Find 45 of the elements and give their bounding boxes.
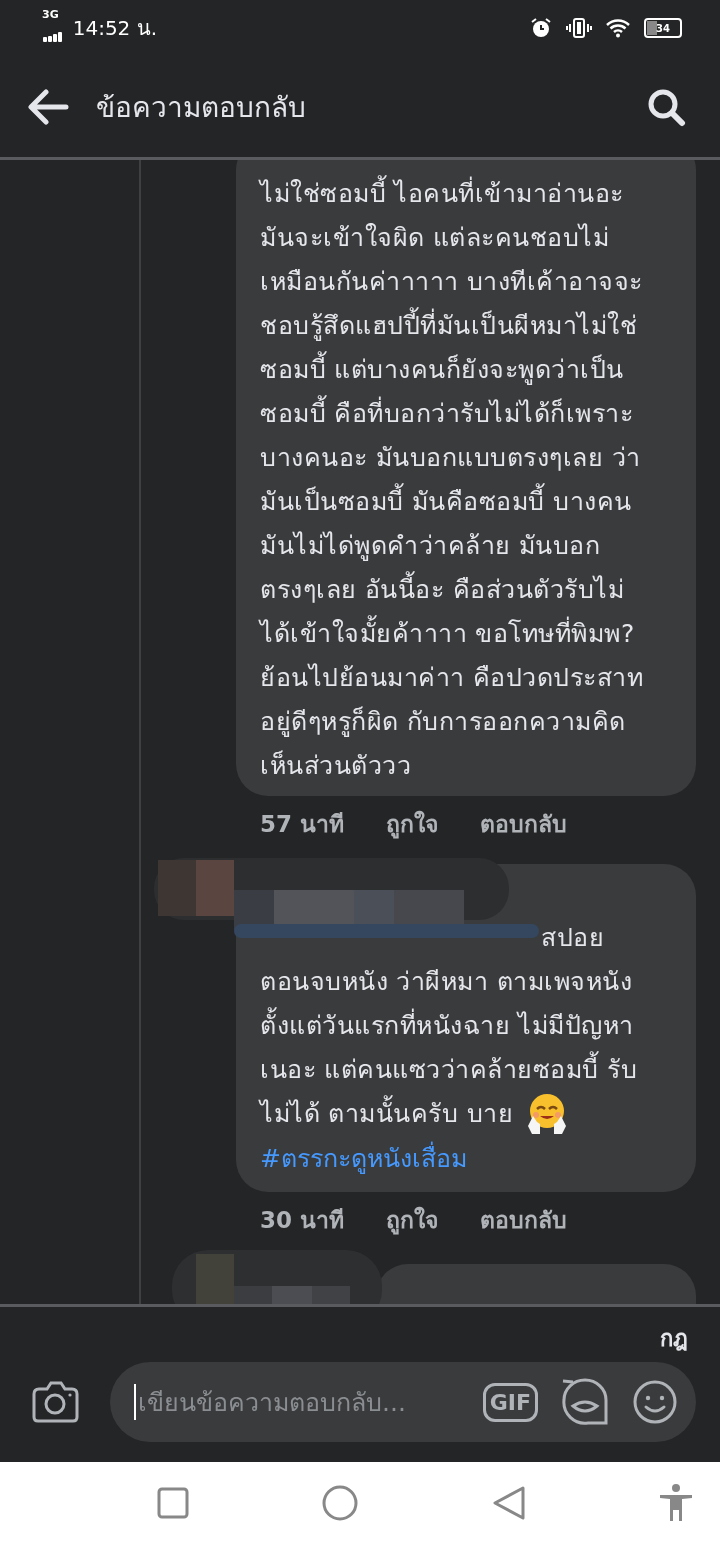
comment-text: อยู่ดีๆหรูก็ผิด กับการออกความคิด — [260, 705, 626, 739]
comment-text: บางคนอะ มันบอกแบบตรงๆเลย ว่า — [260, 442, 641, 474]
comment-text: มันจะเข้าใจผิด แต่ละคนชอบไม่ — [260, 222, 610, 254]
comment-text: ย้อนไปย้อนมาค่าา คือปวดประสาท — [260, 662, 644, 694]
like-link[interactable]: ถูกใจ — [386, 806, 438, 842]
clock-time: 14:52 น. — [72, 15, 158, 42]
reply-input-field[interactable]: เขียนข้อความตอบกลับ... GIF — [110, 1362, 696, 1442]
hashtag-link[interactable]: #ตรรกะดูหนังเสื่อม — [260, 1136, 674, 1182]
comment-text: ได้เข้าใจมั้ยค้าาาา ขอโทษที่พิมพ? — [260, 612, 635, 656]
comment-text: ตรงๆเลย อันนี้อะ คือส่วนตัวรับไม่ — [260, 568, 625, 612]
vibrate-icon — [566, 17, 592, 39]
reply-link[interactable]: ตอบกลับ — [480, 806, 567, 842]
network-type: 3G — [42, 8, 59, 21]
comment-text: ซอมบี้ คือที่บอกว่ารับไม่ได้ก็เพราะ — [260, 392, 634, 436]
wifi-icon — [606, 18, 630, 38]
recents-icon[interactable] — [156, 1487, 189, 1519]
gif-button[interactable]: GIF — [482, 1382, 538, 1422]
comment-text: ชอบรู้สึดแฮปปี้ที่มันเป็นผีหมาไม่ใช่ — [260, 304, 637, 348]
accessibility-icon[interactable] — [659, 1484, 694, 1522]
comment-text: มันเป็นซอมบี้ มันคือซอมบี้ บางคน — [260, 480, 632, 524]
sticker-icon[interactable] — [560, 1378, 610, 1426]
comment-text: ไม่ใช่ซอมบี้ ไอคนที่เข้ามาอ่านอะ — [260, 172, 624, 216]
home-icon[interactable] — [322, 1485, 359, 1521]
comment-time: 57 นาที — [260, 810, 344, 839]
comment-text: เหมือนกันค่าาาาา บางทีเค้าอาจจะ — [260, 266, 643, 298]
alarm-icon — [530, 17, 552, 39]
rules-link[interactable]: กฎ — [660, 1321, 688, 1356]
comment-text: เห็นส่วนตัววว — [260, 749, 411, 782]
comment-text: ไม่ได้ ตามนั้นครับ บาย — [260, 1092, 514, 1136]
page-title: ข้อความตอบกลับ — [96, 89, 307, 126]
back-icon[interactable] — [491, 1485, 526, 1521]
comment-text: สปอย — [541, 922, 604, 954]
reply-link[interactable]: ตอบกลับ — [480, 1202, 567, 1238]
comment-text: ตอนจบหนัง ว่าผีหมา ตามเพจหนัง — [260, 966, 633, 998]
battery-indicator: 34 — [644, 18, 682, 38]
comment-text: มันไม่ได่พูดคำว่าคล้าย มันบอก — [260, 530, 601, 563]
comment-text: ซอมบี้ แต่บางคนก็ยังจะพูดว่าเป็น — [260, 348, 624, 392]
camera-icon[interactable] — [30, 1380, 80, 1424]
like-link[interactable]: ถูกใจ — [386, 1202, 438, 1238]
comment-time: 30 นาที — [260, 1206, 344, 1235]
emoji-icon[interactable] — [632, 1379, 678, 1425]
comment-text: เนอะ แต่คนแซวว่าคล้ายซอมบี้ รับ — [260, 1048, 638, 1092]
comment-text: ตั้งแต่วันแรกที่หนังฉาย ไม่มีปัญหา — [260, 1004, 634, 1048]
signal-icon — [42, 32, 63, 42]
back-arrow-icon[interactable] — [26, 88, 70, 125]
